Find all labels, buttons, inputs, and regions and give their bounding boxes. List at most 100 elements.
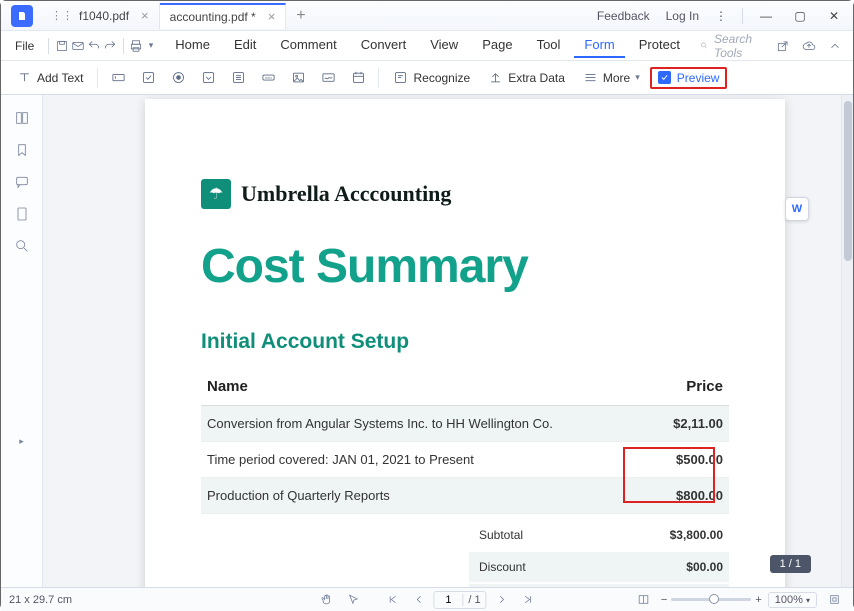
pdf-glyph-icon: ⋮⋮ [51,9,73,22]
tab-f1040[interactable]: ⋮⋮ f1040.pdf × [41,3,160,29]
zoom-track[interactable] [671,598,751,601]
menu-tool[interactable]: Tool [527,33,571,58]
close-icon[interactable]: × [268,9,276,24]
more-button[interactable]: More ▾ [575,65,648,91]
col-price: Price [651,368,729,406]
collapse-ribbon-icon[interactable] [823,34,847,58]
mail-icon[interactable] [71,34,85,58]
text-field-icon[interactable] [104,65,132,91]
last-page-icon[interactable] [517,590,539,610]
menu-convert[interactable]: Convert [351,33,417,58]
signature-field-icon[interactable] [314,65,342,91]
login-link[interactable]: Log In [660,5,705,27]
price-table: Name Price Conversion from Angular Syste… [201,368,729,514]
tab-accounting[interactable]: accounting.pdf * × [160,3,287,29]
word-export-badge[interactable]: W [785,197,809,221]
menu-edit[interactable]: Edit [224,33,266,58]
tab-label: f1040.pdf [79,9,129,23]
date-field-icon[interactable] [344,65,372,91]
radio-field-icon[interactable] [164,65,192,91]
tab-label: accounting.pdf * [170,10,256,24]
left-sidebar: ▸ [1,95,43,587]
close-icon[interactable]: × [141,8,149,23]
undo-icon[interactable] [87,34,101,58]
cloud-upload-icon[interactable] [797,34,821,58]
bookmarks-icon[interactable] [7,135,37,165]
feedback-link[interactable]: Feedback [591,5,656,27]
col-name: Name [201,368,651,406]
zoom-slider[interactable]: − + [661,594,762,606]
company-name: Umbrella Acccounting [241,181,451,207]
table-row: Conversion from Angular Systems Inc. to … [201,406,729,442]
document-canvas[interactable]: ☂ Umbrella Acccounting Cost Summary Init… [43,95,853,587]
fit-page-icon[interactable] [823,590,845,610]
menubar: File ▾ Home Edit Comment Convert View Pa… [1,31,853,61]
table-row: Production of Quarterly Reports $800.00 [201,478,729,514]
table-row: Time period covered: JAN 01, 2021 to Pre… [201,442,729,478]
comments-panel-icon[interactable] [7,167,37,197]
more-menu-icon[interactable]: ⋮ [709,5,734,27]
print-dropdown-icon[interactable]: ▾ [145,40,158,51]
add-text-button[interactable]: Add Text [9,65,91,91]
scroll-thumb[interactable] [844,101,852,261]
app-logo-icon [11,5,33,27]
recognize-button[interactable]: Recognize [385,65,478,91]
file-menu[interactable]: File [7,35,42,57]
image-field-icon[interactable] [284,65,312,91]
minimize-button[interactable]: — [751,3,781,29]
reading-mode-icon[interactable] [633,590,655,610]
vertical-scrollbar[interactable] [841,95,853,587]
listbox-field-icon[interactable] [224,65,252,91]
search-panel-icon[interactable] [7,231,37,261]
titlebar: ⋮⋮ f1040.pdf × accounting.pdf * × + Feed… [1,1,853,31]
document-title: Cost Summary [201,239,729,294]
hand-tool-icon[interactable] [315,590,337,610]
next-page-icon[interactable] [491,590,513,610]
checkbox-checked-icon [658,71,671,84]
svg-text:BTN: BTN [265,76,271,80]
menu-home[interactable]: Home [165,33,220,58]
page-number-input[interactable]: / 1 [433,591,486,609]
attachments-icon[interactable] [7,199,37,229]
expand-sidebar-icon[interactable]: ▸ [19,436,24,447]
search-tools[interactable]: Search Tools [694,30,763,62]
form-toolbar: Add Text BTN Recognize Extra Data More ▾… [1,61,853,95]
thumbnails-icon[interactable] [7,103,37,133]
close-window-button[interactable]: ✕ [819,3,849,29]
company-logo-icon: ☂ [201,179,231,209]
pdf-page: ☂ Umbrella Acccounting Cost Summary Init… [145,99,785,587]
menu-form[interactable]: Form [574,33,624,58]
zoom-out-icon[interactable]: − [661,594,667,606]
menu-page[interactable]: Page [472,33,522,58]
print-icon[interactable] [129,34,143,58]
prev-page-icon[interactable] [407,590,429,610]
page-indicator-overlay: 1 / 1 [770,555,811,573]
preview-toggle-highlighted[interactable]: Preview [650,67,728,89]
zoom-value[interactable]: 100% ▾ [768,592,817,608]
zoom-in-icon[interactable]: + [755,594,761,606]
menu-view[interactable]: View [420,33,468,58]
share-icon[interactable] [771,34,795,58]
checkbox-field-icon[interactable] [134,65,162,91]
select-tool-icon[interactable] [341,590,363,610]
button-field-icon[interactable]: BTN [254,65,282,91]
save-icon[interactable] [55,34,69,58]
search-placeholder: Search Tools [714,32,757,60]
section-heading: Initial Account Setup [201,330,729,354]
page-current-field[interactable] [434,594,462,606]
totals-block: Subtotal$3,800.00 Discount$00.00 Tax$00.… [469,520,729,587]
word-icon: W [792,203,802,215]
dropdown-field-icon[interactable] [194,65,222,91]
first-page-icon[interactable] [381,590,403,610]
redo-icon[interactable] [103,34,117,58]
page-total: / 1 [462,594,485,606]
zoom-knob[interactable] [709,594,719,604]
maximize-button[interactable]: ▢ [785,3,815,29]
page-dimensions: 21 x 29.7 cm [9,594,72,606]
menu-comment[interactable]: Comment [270,33,346,58]
statusbar: 21 x 29.7 cm / 1 − + 100% ▾ [1,587,853,611]
new-tab-button[interactable]: + [286,7,315,25]
main-area: ▸ ☂ Umbrella Acccounting Cost Summary In… [1,95,853,587]
extra-data-button[interactable]: Extra Data [480,65,573,91]
menu-protect[interactable]: Protect [629,33,690,58]
